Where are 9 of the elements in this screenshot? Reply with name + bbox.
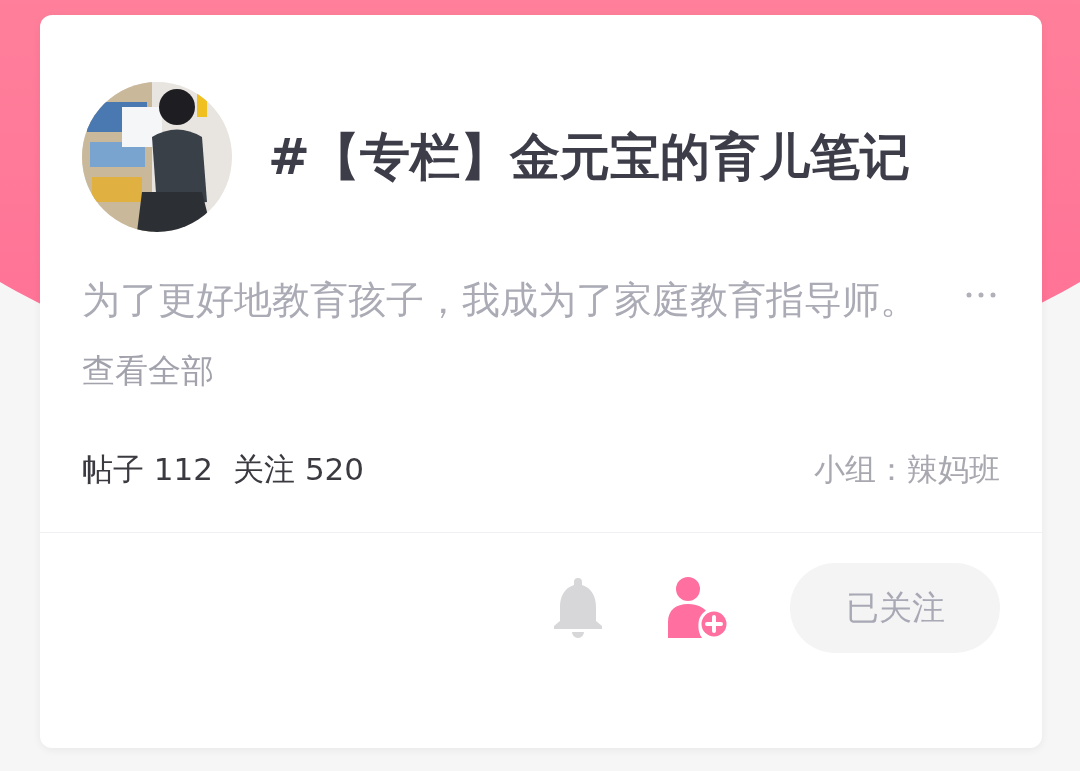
description: 为了更好地教育孩子，我成为了家庭教育指导师。 — [82, 277, 919, 324]
group-label: 小组：辣妈班 — [814, 449, 1000, 489]
column-title: #【专栏】金元宝的育儿笔记 — [268, 126, 910, 188]
stat-text: 关注 520 — [233, 449, 365, 489]
stat-text: 帖子 112 — [82, 449, 214, 489]
follow-button[interactable]: 已关注 — [790, 563, 1000, 653]
add-user-icon[interactable] — [666, 576, 730, 640]
more-icon[interactable] — [966, 292, 996, 298]
view-all-link[interactable]: 查看全部 — [82, 346, 214, 396]
